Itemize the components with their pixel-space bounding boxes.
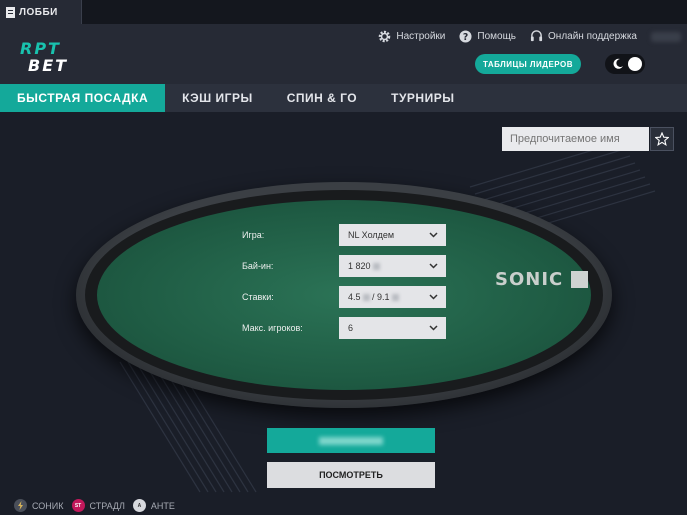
buyin-value: 1 820 — [348, 261, 371, 271]
rptbet-logo[interactable]: RPT BET — [18, 38, 90, 74]
stakes-label: Ставки: — [242, 292, 274, 302]
buyin-row: Бай-ин: 1 820 — [242, 255, 446, 277]
gear-icon — [379, 30, 391, 43]
currency-blurred — [372, 263, 380, 271]
header: RPT BET Настройки ? Помощь Онлайн поддер… — [0, 24, 687, 84]
legend-item-ante: A АНТЕ — [132, 499, 175, 512]
stakes-value-b: 9.1 — [377, 292, 390, 302]
tab-cash-games[interactable]: КЭШ ИГРЫ — [165, 84, 270, 112]
ante-icon: A — [132, 499, 146, 512]
buyin-value-wrap: 1 820 — [348, 261, 380, 271]
legend-item-straddle: ST СТРАДЛ — [71, 499, 125, 512]
toggle-knob — [628, 57, 642, 71]
leaderboards-button[interactable]: ТАБЛИЦЫ ЛИДЕРОВ — [475, 54, 581, 74]
main-nav: БЫСТРАЯ ПОСАДКА КЭШ ИГРЫ СПИН & ГО ТУРНИ… — [0, 84, 687, 112]
help-label: Помощь — [477, 31, 517, 42]
header-links: Настройки ? Помощь Онлайн поддержка — [378, 30, 637, 43]
currency-blurred — [362, 294, 370, 302]
stakes-value-wrap: 4.5 / 9.1 — [348, 292, 399, 302]
legend-item-sonic: СОНИК — [14, 499, 64, 512]
game-label: Игра: — [242, 230, 265, 240]
game-value: NL Холдем — [348, 230, 395, 240]
tab-lobby[interactable]: ЛОББИ — [0, 0, 82, 24]
preferred-name-input[interactable] — [502, 127, 649, 151]
star-icon — [655, 132, 669, 146]
straddle-icon: ST — [71, 499, 85, 512]
legend-straddle-label: СТРАДЛ — [89, 500, 125, 511]
chevron-down-icon — [429, 294, 438, 300]
stakes-value-a: 4.5 — [348, 292, 361, 302]
buyin-label: Бай-ин: — [242, 261, 274, 271]
play-button-label-blurred — [319, 436, 383, 445]
stakes-separator: / — [369, 292, 378, 302]
logo-line2: BET — [28, 56, 68, 74]
window-tab-bar: ЛОББИ — [0, 0, 687, 24]
help-link[interactable]: ? Помощь — [459, 30, 516, 43]
chevron-down-icon — [429, 263, 438, 269]
watch-button[interactable]: ПОСМОТРЕТЬ — [267, 462, 435, 488]
help-icon: ? — [459, 30, 472, 43]
moon-icon — [613, 58, 623, 69]
favorite-button[interactable] — [650, 127, 674, 151]
support-label: Онлайн поддержка — [548, 31, 637, 42]
document-icon — [6, 6, 15, 18]
players-value: 6 — [348, 323, 354, 333]
settings-label: Настройки — [396, 31, 446, 42]
players-row: Макс. игроков: 6 — [242, 317, 446, 339]
stakes-row: Ставки: 4.5 / 9.1 — [242, 286, 446, 308]
chevron-down-icon — [429, 232, 438, 238]
legend: СОНИК ST СТРАДЛ A АНТЕ — [14, 499, 175, 512]
players-select[interactable]: 6 — [339, 317, 446, 339]
buyin-select[interactable]: 1 820 — [339, 255, 446, 277]
players-label: Макс. игроков: — [242, 323, 303, 333]
sonic-logo: SONIC — [495, 269, 589, 290]
settings-link[interactable]: Настройки — [378, 30, 445, 43]
tab-quick-seat[interactable]: БЫСТРАЯ ПОСАДКА — [0, 84, 166, 112]
game-row: Игра: NL Холдем — [242, 224, 446, 246]
tab-lobby-label: ЛОББИ — [19, 6, 58, 18]
play-button[interactable] — [267, 428, 435, 453]
tab-tournaments[interactable]: ТУРНИРЫ — [374, 84, 471, 112]
sonic-logo-square — [571, 271, 589, 288]
support-link[interactable]: Онлайн поддержка — [530, 30, 637, 43]
tab-spin-and-go[interactable]: СПИН & ГО — [270, 84, 374, 112]
headset-icon — [530, 30, 543, 42]
legend-ante-label: АНТЕ — [150, 500, 175, 511]
svg-text:?: ? — [463, 32, 468, 43]
user-info-blurred — [651, 32, 681, 42]
quick-seat-panel: Игра: NL Холдем Бай-ин: 1 820 Ставки: 4.… — [0, 112, 687, 515]
chevron-down-icon — [429, 325, 438, 331]
lightning-icon — [14, 499, 27, 512]
stakes-select[interactable]: 4.5 / 9.1 — [339, 286, 446, 308]
theme-toggle[interactable] — [605, 54, 645, 74]
sonic-logo-text: SONIC — [495, 269, 564, 290]
currency-blurred — [391, 294, 399, 302]
game-select[interactable]: NL Холдем — [339, 224, 446, 246]
legend-sonic-label: СОНИК — [32, 500, 64, 511]
